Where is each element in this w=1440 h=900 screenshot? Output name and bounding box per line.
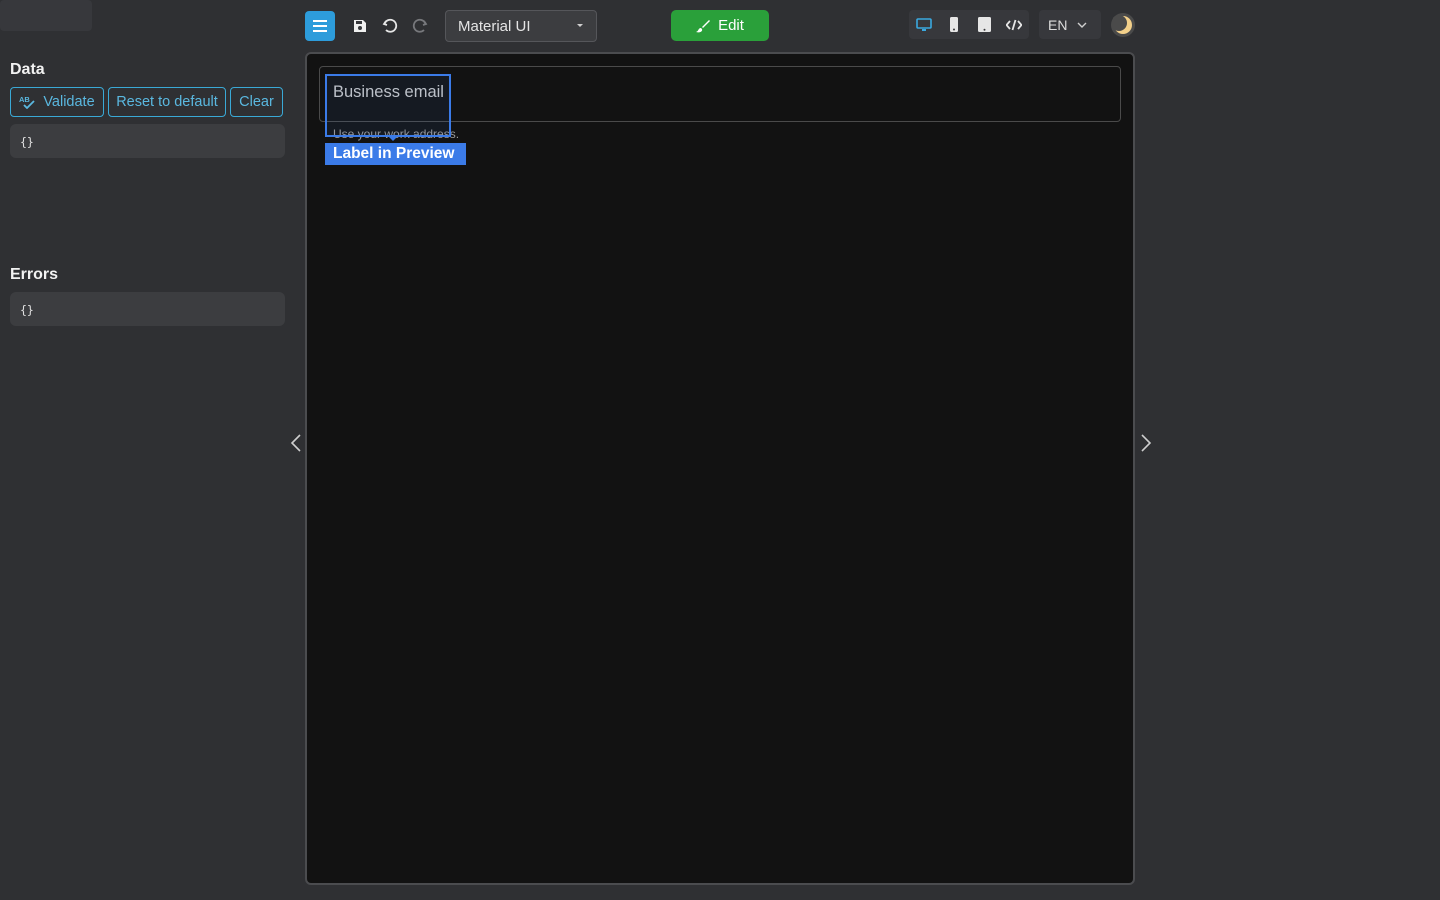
mobile-view-button[interactable] — [939, 10, 969, 39]
mobile-icon — [950, 17, 958, 32]
tablet-view-button[interactable] — [969, 10, 999, 39]
reset-button-label: Reset to default — [116, 94, 218, 110]
chevron-down-icon — [577, 24, 583, 27]
theme-select[interactable]: Material UI — [445, 10, 597, 42]
collapse-right-panel-button[interactable] — [1138, 432, 1154, 454]
language-select[interactable]: EN — [1039, 10, 1101, 39]
clear-button[interactable]: Clear — [230, 87, 283, 117]
undo-icon — [382, 18, 398, 33]
hamburger-icon — [313, 20, 327, 32]
label-selection-box[interactable] — [325, 74, 451, 137]
data-json-viewer[interactable]: {} — [10, 124, 285, 158]
validate-button-label: Validate — [43, 94, 95, 110]
selection-pointer — [388, 136, 398, 141]
paintbrush-icon — [696, 19, 711, 32]
svg-text:AB: AB — [19, 95, 30, 104]
errors-section-title: Errors — [10, 266, 59, 283]
edit-button[interactable]: Edit — [671, 10, 769, 41]
tablet-icon — [977, 17, 991, 32]
moon-icon — [1113, 15, 1132, 34]
history-button-group — [0, 0, 92, 31]
preview-canvas — [305, 52, 1135, 885]
redo-icon — [412, 18, 428, 33]
save-button[interactable] — [345, 10, 375, 41]
edit-button-label: Edit — [718, 17, 744, 34]
save-icon — [354, 19, 366, 32]
reset-to-default-button[interactable]: Reset to default — [108, 87, 226, 117]
validate-button[interactable]: AB Validate — [10, 87, 104, 117]
undo-button[interactable] — [375, 10, 405, 41]
top-toolbar: Material UI Edit EN — [0, 0, 1440, 52]
theme-select-value: Material UI — [458, 17, 531, 35]
code-icon — [1006, 19, 1022, 30]
element-name-tag: Label in Preview — [325, 143, 466, 165]
desktop-icon — [916, 17, 932, 31]
data-section-title: Data — [10, 61, 45, 78]
data-json-text: {} — [20, 135, 34, 149]
desktop-view-button[interactable] — [909, 10, 939, 39]
dark-mode-toggle[interactable] — [1111, 13, 1135, 37]
spellcheck-icon: AB — [19, 95, 35, 109]
language-value: EN — [1048, 16, 1068, 33]
clear-button-label: Clear — [239, 94, 274, 110]
errors-json-text: {} — [20, 303, 34, 317]
code-view-button[interactable] — [999, 10, 1029, 39]
chevron-left-icon — [290, 434, 301, 452]
redo-button[interactable] — [405, 10, 435, 41]
errors-json-viewer[interactable]: {} — [10, 292, 285, 326]
chevron-right-icon — [1141, 434, 1152, 452]
chevron-down-icon — [1077, 22, 1087, 28]
element-name-tag-label: Label in Preview — [333, 145, 455, 162]
menu-button[interactable] — [305, 11, 335, 41]
collapse-left-panel-button[interactable] — [288, 432, 304, 454]
